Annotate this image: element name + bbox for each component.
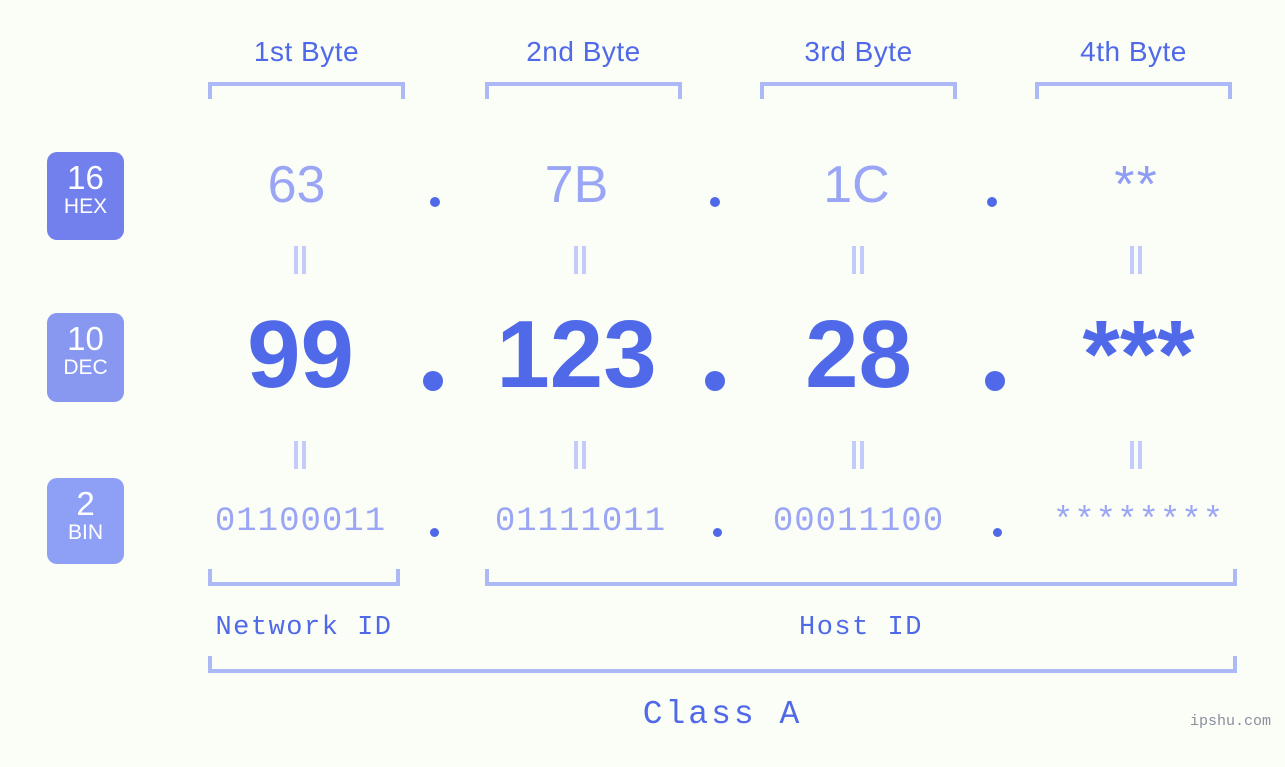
equals-mark-dec-bin-2 (570, 441, 590, 469)
byte-header-2: 2nd Byte (526, 36, 641, 67)
bin-byte-1: 01100011 (214, 503, 387, 541)
equals-mark-hex-dec-1 (290, 246, 310, 274)
base-badge-hex: 16 HEX (47, 152, 124, 240)
base-badge-hex-name: HEX (63, 195, 108, 218)
site-watermark: ipshu.com (1189, 713, 1271, 730)
host-id-label: Host ID (799, 613, 923, 643)
dec-byte-1: 99 (247, 301, 354, 408)
hex-separator-dot-2 (710, 197, 720, 207)
equals-mark-dec-bin-4 (1126, 441, 1146, 469)
dec-byte-4: *** (1082, 301, 1195, 408)
hex-byte-1: 63 (267, 156, 326, 214)
dec-separator-dot-2 (705, 371, 725, 391)
class-label: Class A (642, 696, 803, 733)
byte-bracket-2 (485, 82, 682, 99)
dec-byte-3: 28 (805, 301, 912, 408)
bin-byte-4: ******** (1052, 503, 1225, 541)
equals-mark-dec-bin-1 (290, 441, 310, 469)
byte-bracket-4 (1035, 82, 1232, 99)
base-badge-dec-name: DEC (63, 356, 108, 379)
host-id-bracket (485, 569, 1237, 586)
equals-mark-dec-bin-3 (848, 441, 868, 469)
hex-separator-dot-1 (430, 197, 440, 207)
hex-separator-dot-3 (987, 197, 997, 207)
byte-header-3: 3rd Byte (804, 36, 913, 67)
bin-separator-dot-1 (430, 528, 439, 537)
dec-separator-dot-1 (423, 371, 443, 391)
network-id-bracket (208, 569, 400, 586)
base-badge-dec-number: 10 (67, 320, 104, 357)
hex-byte-4: ** (1114, 156, 1159, 214)
network-id-label: Network ID (215, 613, 393, 643)
equals-mark-hex-dec-4 (1126, 246, 1146, 274)
base-badge-bin-number: 2 (76, 485, 95, 522)
dec-byte-2: 123 (496, 301, 657, 408)
base-badge-dec: 10 DEC (47, 313, 124, 402)
dec-separator-dot-3 (985, 371, 1005, 391)
byte-header-4: 4th Byte (1080, 36, 1187, 67)
bin-separator-dot-2 (713, 528, 722, 537)
equals-mark-hex-dec-3 (848, 246, 868, 274)
base-badge-bin-name: BIN (67, 521, 103, 544)
byte-bracket-3 (760, 82, 957, 99)
bin-byte-2: 01111011 (494, 503, 667, 541)
byte-bracket-1 (208, 82, 405, 99)
base-badge-bin: 2 BIN (47, 478, 124, 564)
hex-byte-2: 7B (544, 156, 609, 214)
class-bracket (208, 656, 1237, 673)
base-badge-hex-number: 16 (67, 159, 104, 196)
equals-mark-hex-dec-2 (570, 246, 590, 274)
byte-header-1: 1st Byte (253, 36, 360, 67)
bin-separator-dot-3 (993, 528, 1002, 537)
ip-address-breakdown-diagram: 1st Byte 2nd Byte 3rd Byte 4th Byte 16 H… (0, 0, 1285, 767)
hex-byte-3: 1C (823, 156, 890, 214)
bin-byte-3: 00011100 (772, 503, 945, 541)
